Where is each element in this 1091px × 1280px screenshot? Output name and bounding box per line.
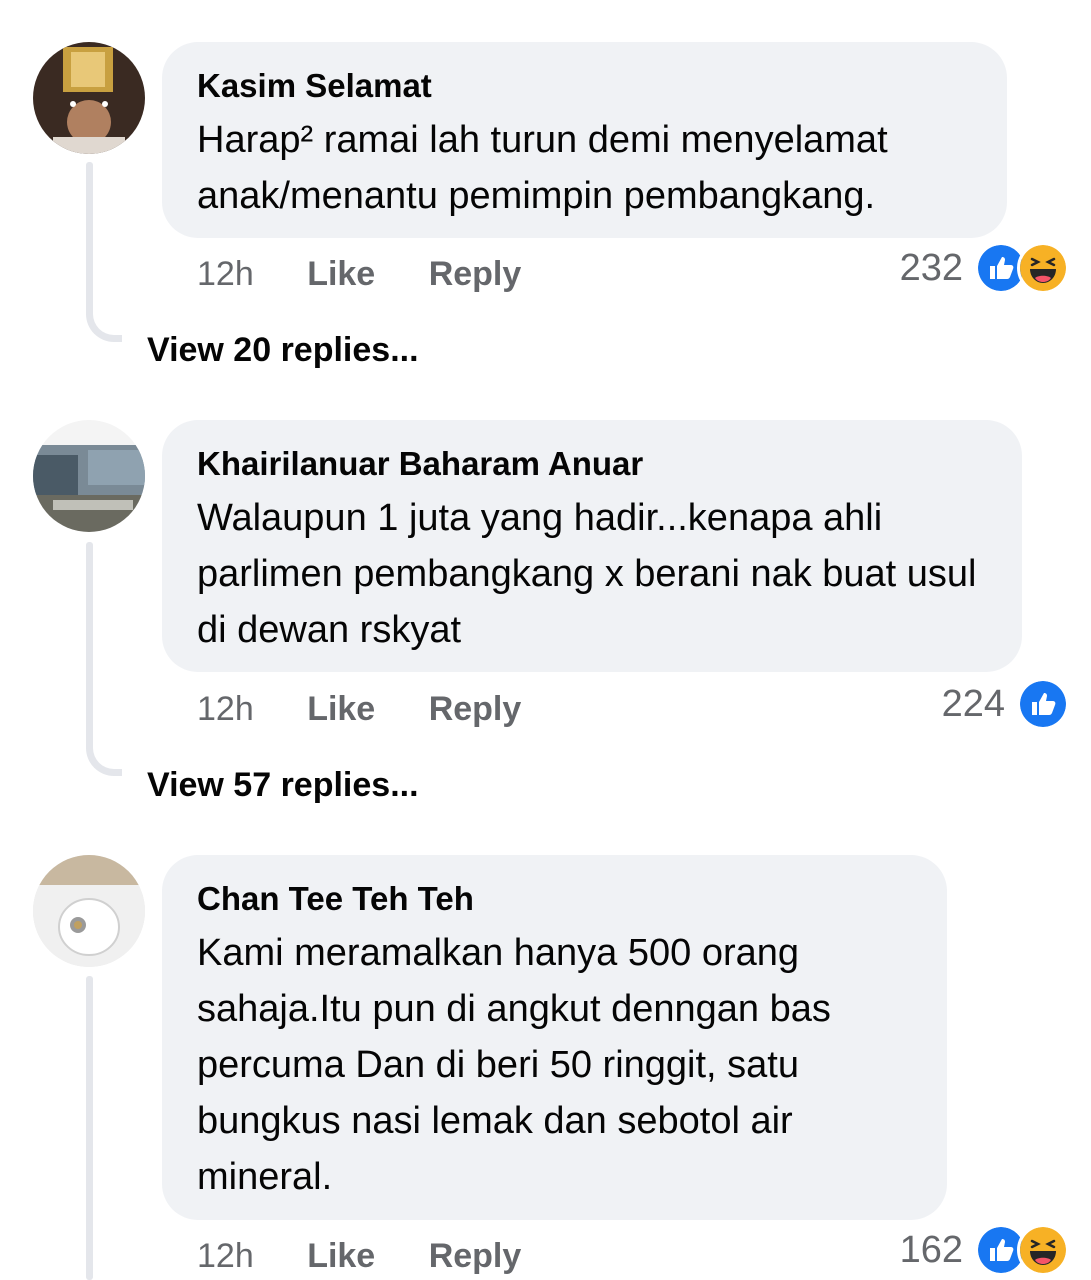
avatar[interactable] (33, 42, 145, 154)
reaction-count: 224 (941, 682, 1005, 725)
comment-author[interactable]: Chan Tee Teh Teh (197, 879, 913, 919)
haha-icon (1017, 242, 1069, 294)
reply-button[interactable]: Reply (429, 255, 522, 293)
comment-actions: 12h Like Reply (197, 254, 565, 294)
comment-text: Walaupun 1 juta yang hadir...kenapa ahli… (197, 497, 977, 651)
haha-icon (1017, 1224, 1069, 1276)
reply-button[interactable]: Reply (429, 1237, 522, 1275)
avatar[interactable] (33, 855, 145, 967)
reaction-summary[interactable]: 162 (899, 1224, 1069, 1276)
comment-time[interactable]: 12h (197, 1237, 254, 1275)
view-replies-link[interactable]: View 57 replies... (147, 765, 419, 805)
comment-bubble: Khairilanuar Baharam Anuar Walaupun 1 ju… (162, 420, 1022, 672)
thread-curve (86, 740, 122, 776)
like-button[interactable]: Like (307, 1237, 375, 1275)
like-button[interactable]: Like (307, 690, 375, 728)
view-replies-link[interactable]: View 20 replies... (147, 330, 419, 370)
comment-time[interactable]: 12h (197, 690, 254, 728)
comment-bubble: Kasim Selamat Harap² ramai lah turun dem… (162, 42, 1007, 238)
comment-actions: 12h Like Reply (197, 1236, 565, 1276)
reply-button[interactable]: Reply (429, 690, 522, 728)
comment-actions: 12h Like Reply (197, 689, 565, 729)
comment-author[interactable]: Kasim Selamat (197, 66, 973, 106)
thread-line (86, 976, 93, 1280)
avatar[interactable] (33, 420, 145, 532)
comment-time[interactable]: 12h (197, 255, 254, 293)
comment-text: Harap² ramai lah turun demi menyelamat a… (197, 119, 888, 217)
reaction-count: 162 (899, 1228, 963, 1271)
thread-line (86, 162, 93, 314)
reaction-summary[interactable]: 232 (899, 242, 1069, 294)
thread-line (86, 542, 93, 748)
thread-curve (86, 306, 122, 342)
reaction-summary[interactable]: 224 (941, 678, 1069, 730)
comment-author[interactable]: Khairilanuar Baharam Anuar (197, 444, 988, 484)
comment-text: Kami meramalkan hanya 500 orang sahaja.I… (197, 932, 831, 1198)
like-button[interactable]: Like (307, 255, 375, 293)
like-icon (1017, 678, 1069, 730)
comment-bubble: Chan Tee Teh Teh Kami meramalkan hanya 5… (162, 855, 947, 1220)
reaction-count: 232 (899, 246, 963, 289)
